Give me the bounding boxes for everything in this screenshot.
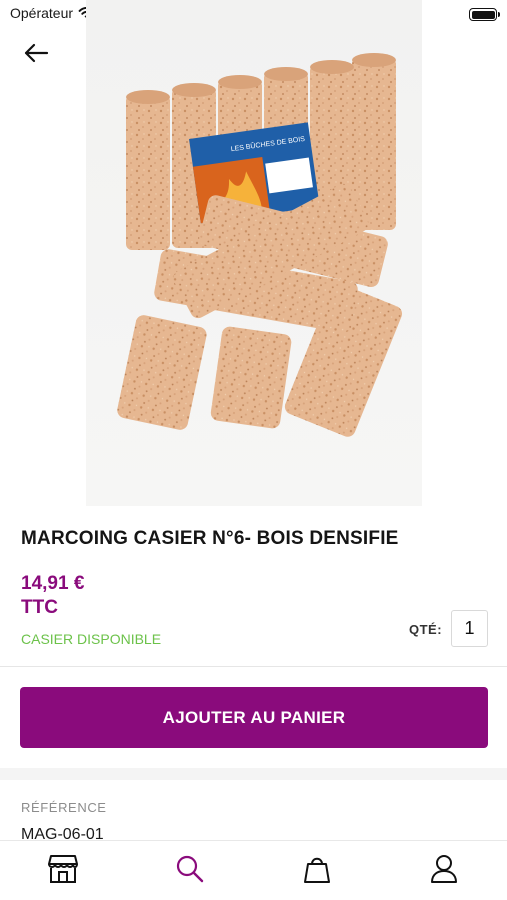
back-button[interactable] (18, 38, 54, 68)
product-price: 14,91 € TTC (21, 572, 84, 620)
section-separator (0, 768, 507, 780)
tab-cart[interactable] (254, 841, 381, 900)
price-amount: 14,91 € (21, 573, 85, 594)
product-image: LES BÛCHES DE BOIS (86, 0, 422, 506)
reference-label: RÉFÉRENCE (21, 800, 107, 815)
tab-store[interactable] (0, 841, 127, 900)
tab-profile[interactable] (380, 841, 507, 900)
tab-search[interactable] (127, 841, 254, 900)
battery-icon (469, 8, 500, 21)
divider (0, 666, 507, 667)
availability-status: CASIER DISPONIBLE (21, 631, 162, 647)
quantity-input[interactable]: 1 (451, 610, 488, 647)
product-title: MARCOING CASIER N°6- BOIS DENSIFIE (21, 528, 399, 549)
store-icon (48, 854, 79, 883)
add-to-cart-button[interactable]: AJOUTER AU PANIER (20, 687, 488, 748)
price-suffix: TTC (21, 597, 58, 618)
search-icon (177, 855, 204, 882)
arrow-left-icon (24, 43, 49, 63)
bottom-tab-bar (0, 840, 507, 900)
quantity-label: QTÉ: (409, 622, 443, 637)
profile-icon (430, 854, 457, 883)
cart-bag-icon (303, 857, 330, 883)
